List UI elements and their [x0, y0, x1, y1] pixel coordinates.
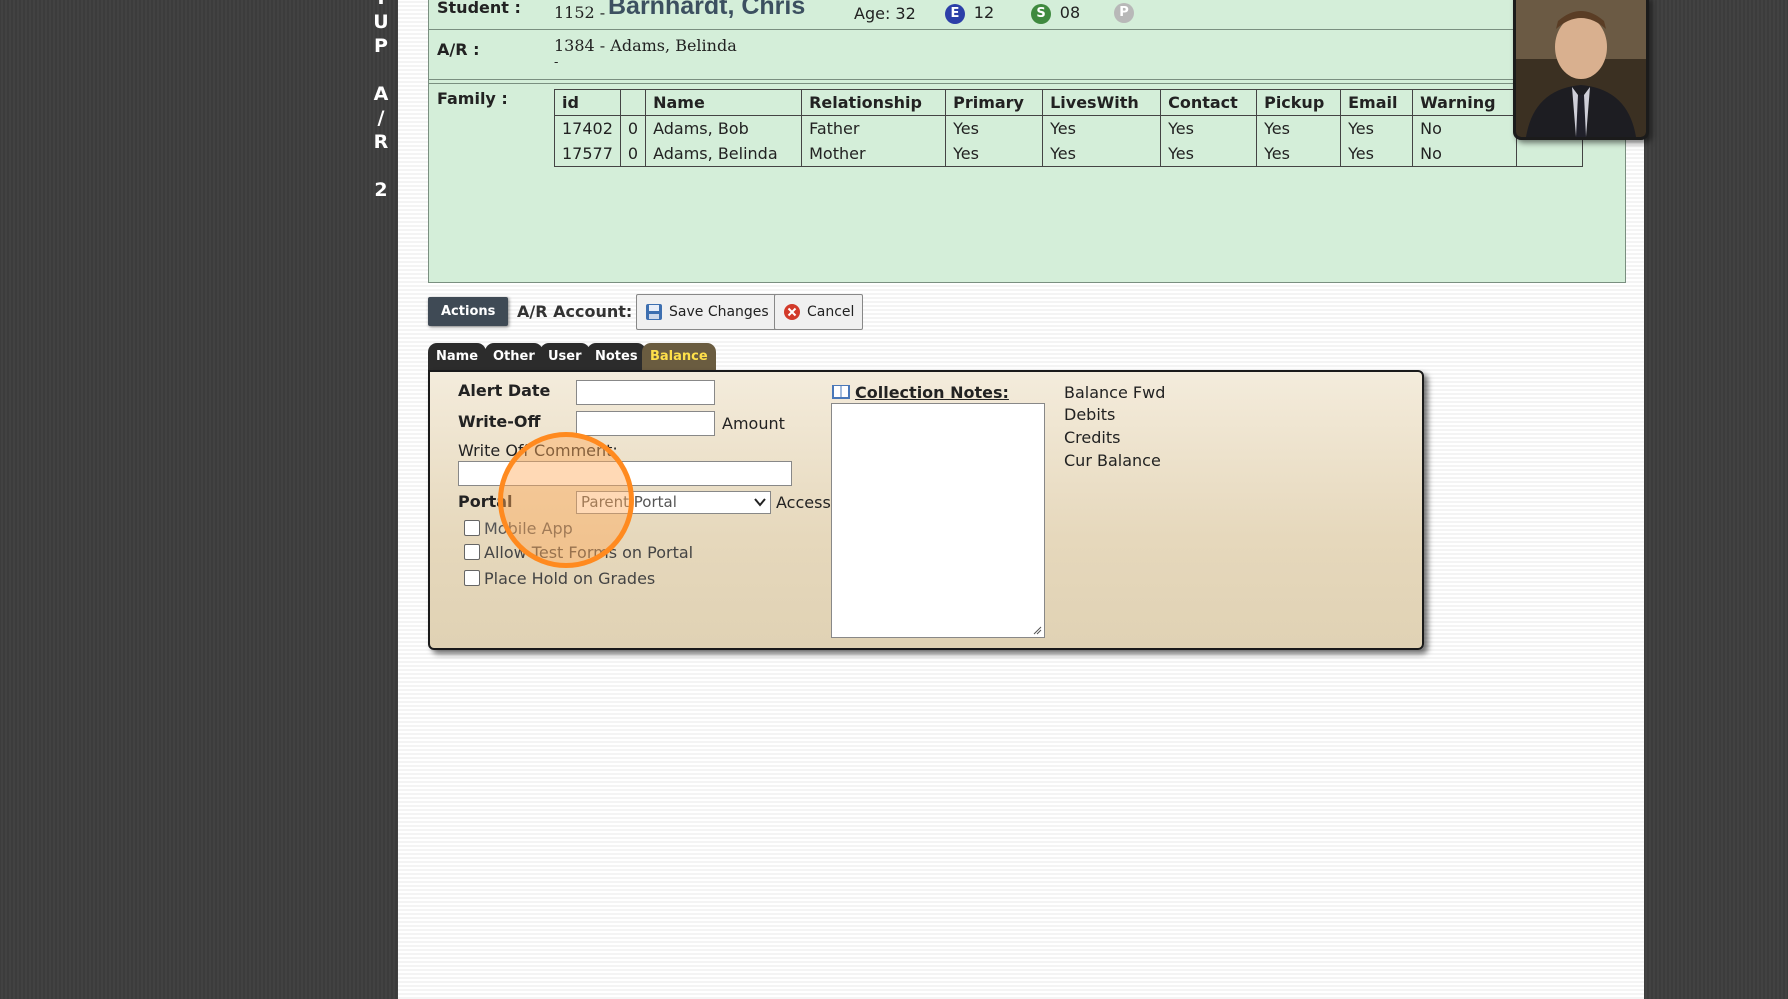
resize-handle-icon[interactable] — [1033, 626, 1042, 635]
credits-label: Credits — [1064, 428, 1121, 447]
collection-notes-link[interactable]: Collection Notes: — [855, 383, 1009, 402]
grade-value: 12 — [973, 3, 995, 22]
side-letter — [360, 154, 402, 178]
collection-notes-textarea[interactable] — [831, 403, 1045, 638]
ar-label: A/R : — [437, 40, 480, 59]
divider — [429, 79, 1625, 80]
family-table: id Name Relationship Primary LivesWith C… — [554, 89, 1584, 167]
cell-pickup: Yes — [1256, 141, 1341, 167]
cell-primary: Yes — [945, 141, 1043, 167]
person-photo-icon — [1516, 0, 1646, 137]
table-header-row: id Name Relationship Primary LivesWith C… — [554, 89, 1583, 116]
save-changes-label: Save Changes — [669, 304, 769, 320]
cur-balance-label: Cur Balance — [1064, 451, 1161, 470]
debits-label: Debits — [1064, 405, 1116, 424]
tab-name[interactable]: Name — [428, 343, 487, 370]
student-name[interactable]: Barnhardt, Chris — [608, 0, 805, 21]
actions-button[interactable]: Actions — [428, 297, 509, 326]
cell-id: 17577 — [554, 141, 621, 167]
col-email: Email — [1340, 89, 1413, 116]
col-liveswith: LivesWith — [1042, 89, 1161, 116]
cell-liveswith: Yes — [1042, 115, 1161, 141]
cancel-button[interactable]: Cancel — [774, 294, 864, 330]
student-id: 1152 - — [554, 3, 606, 22]
section-group: S 08 — [1031, 3, 1080, 24]
ar-account-label: A/R Account: — [517, 302, 633, 321]
section-s-icon: S — [1031, 3, 1051, 24]
book-icon — [832, 385, 850, 399]
side-letter: T — [360, 0, 402, 10]
grade-group: E 12 — [945, 3, 994, 24]
side-letter: 2 — [374, 179, 388, 201]
cell-contact: Yes — [1160, 115, 1257, 141]
side-letter: P — [374, 35, 388, 57]
side-letter: R — [373, 131, 389, 153]
col-relationship: Relationship — [801, 89, 946, 116]
save-changes-button[interactable]: Save Changes — [636, 294, 778, 330]
cell-contact: Yes — [1160, 141, 1257, 167]
cell-primary: Yes — [945, 115, 1043, 141]
col-flag — [619, 89, 646, 116]
vertical-side-tab[interactable]: T U P A / R 2 — [360, 0, 402, 202]
access-label: Access — [776, 493, 831, 512]
cell-flag: 0 — [619, 141, 646, 167]
col-name: Name — [645, 89, 802, 116]
chevron-down-icon — [754, 498, 766, 507]
cell-extra — [1516, 141, 1583, 167]
place-hold-checkbox[interactable] — [464, 570, 480, 586]
write-off-label: Write-Off — [458, 412, 541, 431]
cell-name: Adams, Belinda — [645, 141, 802, 167]
cell-liveswith: Yes — [1042, 141, 1161, 167]
table-row[interactable]: 17577 0 Adams, Belinda Mother Yes Yes Ye… — [554, 141, 1583, 167]
student-photo — [1513, 0, 1649, 140]
cell-name: Adams, Bob — [645, 115, 802, 141]
tab-balance[interactable]: Balance — [642, 343, 716, 370]
cell-flag: 0 — [619, 115, 646, 141]
grade-e-icon: E — [945, 3, 965, 24]
family-label: Family : — [437, 89, 508, 108]
divider — [429, 29, 1625, 30]
section-value: 08 — [1059, 3, 1081, 22]
click-highlight-ring — [498, 432, 634, 568]
portal-p-icon[interactable]: P — [1114, 3, 1134, 23]
place-hold-label: Place Hold on Grades — [484, 569, 656, 588]
ar-account: 1384 - Adams, Belinda — [554, 36, 737, 55]
ar-sub: - — [554, 55, 559, 70]
cell-relationship: Father — [801, 115, 946, 141]
tab-user[interactable]: User — [540, 343, 590, 370]
side-letter — [360, 58, 402, 82]
cancel-label: Cancel — [807, 304, 855, 320]
side-letter: / — [377, 107, 385, 129]
cell-email: Yes — [1340, 141, 1413, 167]
student-label: Student : — [437, 0, 521, 17]
cell-warning: No — [1412, 115, 1517, 141]
side-letter: A — [373, 83, 389, 105]
cell-id: 17402 — [554, 115, 621, 141]
cell-warning: No — [1412, 141, 1517, 167]
table-row[interactable]: 17402 0 Adams, Bob Father Yes Yes Yes Ye… — [554, 115, 1583, 141]
cell-relationship: Mother — [801, 141, 946, 167]
amount-label: Amount — [722, 414, 785, 433]
col-primary: Primary — [945, 89, 1043, 116]
tab-notes[interactable]: Notes — [587, 343, 646, 370]
col-contact: Contact — [1160, 89, 1257, 116]
alert-date-label: Alert Date — [458, 381, 551, 400]
cell-pickup: Yes — [1256, 115, 1341, 141]
student-age: Age: 32 — [854, 4, 916, 23]
save-disk-icon — [646, 304, 662, 320]
student-info-panel: Student : 1152 - Barnhardt, Chris Age: 3… — [428, 0, 1626, 283]
mobile-app-checkbox[interactable] — [464, 520, 480, 536]
cancel-x-icon — [784, 304, 800, 320]
allow-test-forms-checkbox[interactable] — [464, 544, 480, 560]
col-warning: Warning — [1412, 89, 1517, 116]
write-off-input[interactable] — [576, 411, 715, 436]
divider — [429, 83, 1625, 84]
alert-date-input[interactable] — [576, 380, 715, 405]
col-pickup: Pickup — [1256, 89, 1341, 116]
tab-other[interactable]: Other — [485, 343, 543, 370]
balance-fwd-label: Balance Fwd — [1064, 383, 1166, 402]
cell-email: Yes — [1340, 115, 1413, 141]
col-id: id — [554, 89, 621, 116]
side-letter: U — [373, 11, 389, 33]
